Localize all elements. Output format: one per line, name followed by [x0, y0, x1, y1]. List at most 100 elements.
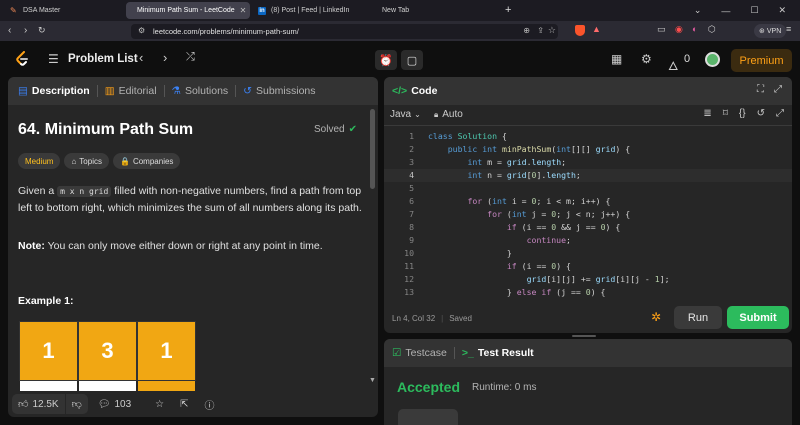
code-line[interactable]: 1 class Solution { — [384, 130, 792, 143]
scroll-down-icon[interactable]: ▼ — [369, 377, 376, 384]
next-problem-icon[interactable]: › — [163, 50, 167, 65]
code-line[interactable]: 11 if (i == 0) { — [384, 260, 792, 273]
format-icon[interactable]: ≣ — [703, 108, 711, 119]
code-line[interactable]: 9 continue; — [384, 234, 792, 247]
braces-icon[interactable]: {} — [739, 108, 746, 119]
description-scrollbar[interactable] — [370, 109, 375, 189]
tab-submissions[interactable]: ↺ Submissions — [236, 77, 322, 105]
tab-code[interactable]: </> Code — [384, 77, 444, 105]
shuffle-icon[interactable]: ⤮ — [186, 51, 195, 64]
favorite-star-icon[interactable]: ☆ — [155, 399, 164, 410]
tab-editorial[interactable]: ▥ Editorial — [98, 77, 164, 105]
run-button[interactable]: Run — [674, 306, 722, 329]
bookmark-icon[interactable]: ☆ — [548, 25, 556, 36]
minimize-icon[interactable]: — — [721, 6, 730, 16]
reset-icon[interactable]: ↺ — [757, 108, 765, 119]
case-button[interactable] — [470, 409, 530, 425]
result-panel: ☑ Testcase >_ Test Result Accepted Runti… — [384, 339, 792, 425]
tab-title: New Tab — [382, 7, 410, 14]
tab-description[interactable]: ▤ Description — [8, 77, 97, 105]
close-tab-icon[interactable]: ✕ — [240, 6, 247, 15]
browser-tab-linkedin[interactable]: in (8) Post | Feed | LinkedIn — [252, 2, 372, 19]
browser-tab-leetcode[interactable]: Minimum Path Sum - LeetCode ✕ — [126, 2, 250, 19]
code-line[interactable]: 10 } — [384, 247, 792, 260]
comments-button[interactable]: 💬︎ 103 — [98, 399, 131, 410]
maximize-icon[interactable]: ☐ — [750, 5, 758, 16]
tab-testcase[interactable]: ☑ Testcase — [384, 339, 454, 367]
problem-list-icon[interactable]: ☰ — [48, 52, 59, 66]
tag-icon: ⌂ — [71, 156, 77, 166]
timer-button[interactable]: ⏰ — [375, 50, 397, 70]
expand-icon[interactable]: ⤢ — [776, 108, 784, 119]
share-icon[interactable]: ⇪ — [537, 26, 544, 35]
brave-shield-icon[interactable] — [575, 25, 585, 36]
companies-button[interactable]: 🔒 Companies — [112, 153, 181, 169]
url-field[interactable]: ⚙ leetcode.com/problems/minimum-path-sum… — [131, 24, 558, 39]
code-line[interactable]: 4 int n = grid[0].length; — [384, 169, 792, 182]
new-tab-plus-icon[interactable]: + — [505, 4, 511, 16]
case-button[interactable] — [398, 409, 458, 425]
like-button[interactable]: 👍︎ 12.5K — [12, 394, 65, 414]
site-info-icon[interactable]: ⚙ — [138, 26, 145, 35]
code-brackets-icon: </> — [392, 85, 408, 97]
code-line[interactable]: 12 grid[i][j] += grid[i][j - 1]; — [384, 273, 792, 286]
reload-icon[interactable]: ↻ — [38, 25, 46, 36]
notes-button[interactable]: ▢ — [401, 50, 423, 70]
prev-problem-icon[interactable]: ‹ — [139, 50, 143, 65]
avatar[interactable] — [705, 52, 720, 67]
dislike-button[interactable]: 👎︎ — [65, 394, 88, 414]
problem-title: 64. Minimum Path Sum — [18, 121, 194, 138]
code-line[interactable]: 6 for (int i = 0; i < m; i++) { — [384, 195, 792, 208]
ai-assist-icon[interactable]: ✲ — [651, 310, 661, 324]
tab-solutions[interactable]: ⚗ Solutions — [165, 77, 236, 105]
menu-icon[interactable]: ≡ — [786, 24, 791, 34]
panel-resize-handle[interactable] — [572, 335, 596, 337]
window-controls: ⌄ — ☐ ✕ — [694, 0, 800, 21]
rewards-icon[interactable]: ▲ — [592, 24, 601, 34]
example-grid-image: 1 3 1 — [19, 321, 196, 391]
zoom-icon[interactable]: ⊕ — [523, 26, 530, 35]
layout-icon[interactable]: ▦ — [611, 52, 622, 66]
topics-button[interactable]: ⌂ Topics — [64, 153, 109, 169]
document-icon: ▤ — [18, 85, 28, 97]
flask-icon: ⚗ — [171, 85, 181, 97]
leetcode-logo-icon[interactable] — [15, 51, 29, 67]
help-icon[interactable]: ⓘ — [205, 397, 215, 412]
description-panel: ▤ Description ▥ Editorial ⚗ Solutions ↺ … — [8, 77, 378, 417]
streak-fire-icon[interactable]: 🜂 — [668, 52, 679, 77]
vpn-toggle[interactable]: ⊛ VPN — [754, 24, 787, 38]
premium-button[interactable]: Premium — [731, 49, 792, 72]
tab-list-icon[interactable]: ⌄ — [694, 5, 702, 16]
code-line[interactable]: 5 — [384, 182, 792, 195]
downloads-icon[interactable]: ◐ — [692, 24, 697, 34]
code-line[interactable]: 7 for (int j = 0; j < n; j++) { — [384, 208, 792, 221]
problem-list-link[interactable]: Problem List — [68, 53, 138, 65]
code-line[interactable]: 13 } else if (j == 0) { — [384, 286, 792, 299]
auto-mode[interactable]: 🔒︎ Auto — [434, 109, 463, 120]
code-line[interactable]: 3 int m = grid.length; — [384, 156, 792, 169]
code-editor[interactable]: 1 class Solution {2 public int minPathSum… — [384, 130, 792, 300]
browser-tab-new-tab[interactable]: New Tab — [376, 2, 496, 19]
share-icon[interactable]: ⇱ — [180, 399, 188, 410]
submit-button[interactable]: Submit — [727, 306, 789, 329]
line-text: for (int i = 0; i < m; i++) { — [467, 196, 611, 206]
language-select[interactable]: Java ⌄ — [390, 109, 421, 120]
pen-icon: ✎ — [10, 5, 17, 15]
description-footer: 👍︎ 12.5K 👎︎ 💬︎ 103 ☆ ⇱ ⓘ — [8, 391, 378, 417]
line-text: public int minPathSum(int[][] grid) { — [447, 144, 631, 154]
close-window-icon[interactable]: ✕ — [778, 5, 786, 16]
tab-test-result[interactable]: >_ Test Result — [455, 339, 541, 367]
forward-icon[interactable]: › — [24, 25, 27, 36]
back-icon[interactable]: ‹ — [8, 25, 11, 36]
sidebar-toggle-icon[interactable]: ▭ — [657, 24, 666, 35]
code-line[interactable]: 2 public int minPathSum(int[][] grid) { — [384, 143, 792, 156]
settings-icon[interactable]: ⚙ — [641, 52, 652, 66]
extensions-icon[interactable]: ⬡ — [708, 24, 716, 35]
fullscreen-icon[interactable]: ⛶ — [757, 84, 764, 95]
code-line[interactable]: 8 if (i == 0 && j == 0) { — [384, 221, 792, 234]
bookmark-icon[interactable]: ⌑ — [723, 108, 728, 119]
browser-tab-dsa-master[interactable]: ✎ DSA Master — [4, 2, 120, 19]
wallet-icon[interactable]: ◉ — [675, 24, 683, 35]
collapse-icon[interactable]: ⤢ — [774, 84, 782, 95]
book-icon: ▥ — [104, 85, 115, 97]
